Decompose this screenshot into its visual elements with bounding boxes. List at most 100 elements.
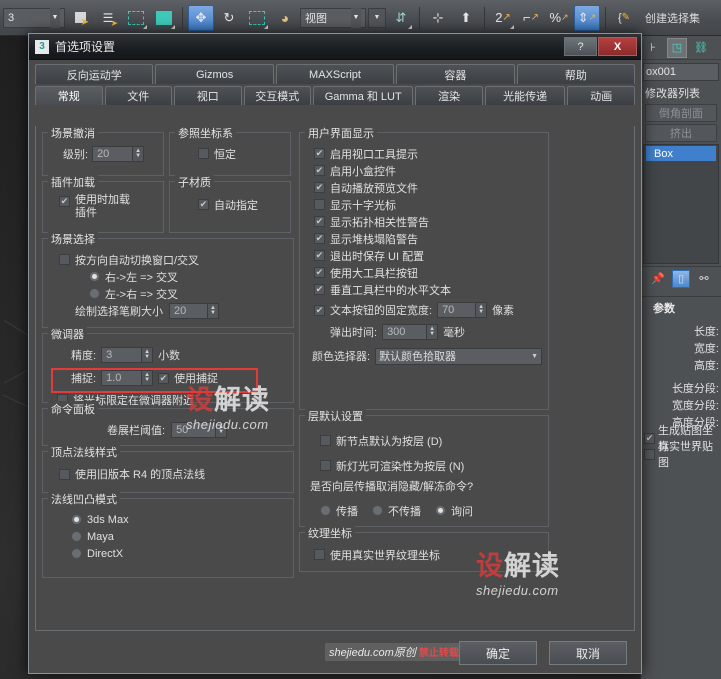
constant-checkbox[interactable]: 恒定 — [176, 145, 284, 162]
checkbox-icon[interactable] — [59, 196, 70, 207]
color-picker-dropdown[interactable]: 默认颜色拾取器 ▼ — [375, 347, 542, 365]
spinner-arrows-icon[interactable]: ▲ ▼ — [141, 371, 153, 385]
select-and-move-icon[interactable]: ✥ — [188, 4, 214, 31]
horizontal-text-vertical-toolbar-checkbox[interactable]: 垂直工具栏中的水平文本 — [306, 281, 542, 298]
normal-bump-option-directx[interactable]: DirectX — [49, 545, 287, 562]
snap-toggle-icon[interactable]: ⊹ — [425, 5, 451, 31]
stack-item-box[interactable]: Box — [646, 146, 716, 161]
display-cross-hair-cursor-checkbox[interactable]: 显示十字光标 — [306, 196, 542, 213]
spinner-arrows-icon[interactable]: ▲ ▼ — [132, 147, 144, 161]
undo-levels-spinner[interactable]: 20 ▲ ▼ — [92, 146, 145, 162]
tab-maxscript[interactable]: MAXScript — [275, 64, 395, 84]
legacy-r4-vertex-normals-checkbox[interactable]: 使用旧版本 R4 的顶点法线 — [49, 464, 287, 481]
new-nodes-by-layer-checkbox[interactable]: 新节点默认为按层 (D) — [306, 432, 542, 449]
option-right-to-left[interactable]: 右->左 => 交叉 — [49, 268, 287, 285]
option-left-to-right[interactable]: 左->右 => 交叉 — [49, 285, 287, 302]
vertex-normal-style-title: 顶点法线样式 — [48, 444, 120, 460]
spinner-snap-toggle-icon[interactable]: ⇕ ↗ — [574, 4, 600, 31]
select-object-icon[interactable]: ➤ — [67, 5, 93, 31]
fixed-width-spinner[interactable]: 70 ▲ ▼ — [437, 302, 488, 318]
use-snap-checkbox[interactable] — [158, 372, 170, 384]
fixed-width-text-buttons-checkbox[interactable] — [314, 304, 325, 316]
tab-help[interactable]: 帮助 — [516, 64, 636, 84]
checkbox-icon — [644, 432, 655, 444]
rollout-threshold-spinner[interactable]: 50 ▲ ▼ — [171, 422, 228, 438]
percent-snap-toggle-icon[interactable]: % ↗ — [546, 5, 572, 31]
cancel-button[interactable]: 取消 — [549, 641, 627, 665]
auto-window-crossing-checkbox[interactable]: 按方向自动切换窗口/交叉 — [49, 251, 287, 268]
object-name-field[interactable]: ox001 — [643, 63, 719, 81]
close-button[interactable]: X — [598, 37, 637, 56]
spinner-arrows-icon[interactable]: ▲ ▼ — [426, 325, 438, 339]
tab-rendering[interactable]: 渲染 — [415, 86, 483, 105]
paint-brush-size-spinner[interactable]: 20 ▲ ▼ — [169, 303, 219, 319]
make-unique-icon[interactable]: ⚯ — [695, 270, 713, 288]
normal-bump-option-3dsmax[interactable]: 3ds Max — [49, 511, 287, 528]
spinner-arrows-icon[interactable]: ▲ ▼ — [215, 423, 227, 437]
spinner-arrows-icon[interactable]: ▲ ▼ — [207, 304, 218, 318]
precision-value: 3 — [106, 349, 113, 361]
auto-play-preview-checkbox[interactable]: 自动播放预览文件 — [306, 179, 542, 196]
select-and-manipulate-icon[interactable]: ◕ — [272, 5, 298, 31]
new-lights-by-layer-checkbox[interactable]: 新灯光可渲染性为按层 (N) — [306, 457, 542, 474]
display-topology-warning-label: 显示拓扑相关性警告 — [330, 216, 429, 229]
save-ui-config-on-exit-checkbox[interactable]: 退出时保存 UI 配置 — [306, 247, 542, 264]
spinner-arrows-icon[interactable]: ▲ ▼ — [475, 303, 487, 317]
tab-inverse-kinematics[interactable]: 反向运动学 — [35, 64, 154, 84]
ask-option[interactable]: 询问 — [435, 502, 473, 519]
tab-gamma-lut[interactable]: Gamma 和 LUT — [313, 86, 414, 105]
use-real-world-texture-coords-checkbox[interactable]: 使用真实世界纹理坐标 — [306, 545, 542, 562]
show-end-result-icon[interactable]: ▯ — [672, 269, 690, 288]
modifier-stack[interactable]: Box — [643, 144, 719, 264]
precision-spinner[interactable]: 3 ▲ ▼ — [101, 347, 154, 363]
auto-assign-checkbox[interactable]: 自动指定 — [176, 194, 284, 212]
propagate-option[interactable]: 传播 — [320, 502, 358, 519]
pin-stack-icon[interactable]: 📌 — [649, 270, 667, 288]
select-and-rotate-icon[interactable]: ↻ — [216, 5, 242, 31]
display-stack-collapse-warning-checkbox[interactable]: 显示堆栈塌陷警告 — [306, 230, 542, 247]
help-button[interactable]: ? — [564, 37, 597, 56]
use-large-toolbar-buttons-checkbox[interactable]: 使用大工具栏按钮 — [306, 264, 542, 281]
angle-snap-toggle-icon[interactable]: ⌐ ↗ — [518, 5, 544, 31]
snap-spinner[interactable]: 1.0 ▲ ▼ — [101, 370, 154, 386]
enable-caddy-controls-checkbox[interactable]: 启用小盒控件 — [306, 162, 542, 179]
real-world-map-size-checkbox[interactable]: 真实世界贴图 — [641, 441, 721, 469]
hierarchy-tab-icon[interactable]: ⛓ — [691, 38, 711, 58]
create-selection-set-label: 创建选择集 — [645, 12, 700, 25]
tab-containers[interactable]: 容器 — [396, 64, 515, 84]
use-snap-label: 使用捕捉 — [174, 373, 219, 385]
modifier-button-extrude[interactable]: 挤出 — [645, 124, 717, 142]
tab-animation[interactable]: 动画 — [567, 86, 635, 105]
rectangular-selection-region-icon[interactable] — [123, 5, 149, 31]
enable-viewport-tooltips-checkbox[interactable]: 启用视口工具提示 — [306, 145, 542, 162]
spinners-group: 微调器 精度: 3 ▲ ▼ 小数 捕捉: 1.0 ▲ ▼ ✔ 使用捕捉 将光标限… — [42, 326, 294, 407]
coordinate-center-flyout-icon[interactable]: ▼ — [368, 7, 386, 28]
tab-gizmos[interactable]: Gizmos — [155, 64, 274, 84]
modifier-list-dropdown[interactable]: 修改器列表 — [643, 84, 719, 102]
spinner-arrows-icon[interactable]: ▲ ▼ — [141, 348, 153, 362]
modifier-button-bevel-profile[interactable]: 倒角剖面 — [645, 104, 717, 122]
reference-coordinate-system-combo[interactable]: 视图 ▼ — [300, 7, 366, 28]
display-topology-warning-checkbox[interactable]: 显示拓扑相关性警告 — [306, 213, 542, 230]
tab-interaction-mode[interactable]: 交互模式 — [243, 86, 312, 105]
toolbar-left-combo[interactable]: 3 ▼ — [3, 7, 65, 28]
do-not-propagate-option[interactable]: 不传播 — [372, 502, 421, 519]
paint-brush-size-value: 20 — [174, 305, 187, 317]
ok-button[interactable]: 确定 — [459, 641, 537, 665]
create-tab-icon[interactable]: ⊦ — [643, 38, 663, 58]
use-pivot-point-center-icon[interactable]: ⇵ — [388, 5, 414, 31]
tab-radiosity[interactable]: 光能传递 — [484, 86, 566, 105]
modify-tab-icon[interactable]: ◳ — [667, 37, 687, 58]
tab-files[interactable]: 文件 — [104, 86, 173, 105]
dialog-title-bar[interactable]: 3 首选项设置 ? X — [29, 34, 641, 60]
tab-general[interactable]: 常规 — [35, 86, 103, 105]
select-and-scale-icon[interactable] — [244, 5, 270, 31]
flyout-time-spinner[interactable]: 300 ▲ ▼ — [382, 324, 439, 340]
normal-bump-option-maya[interactable]: Maya — [49, 528, 287, 545]
select-by-name-icon[interactable]: ☰ ➤ — [95, 5, 121, 31]
window-crossing-icon[interactable] — [151, 5, 177, 31]
named-selection-lock-icon[interactable]: ⬆ — [453, 5, 479, 31]
edit-named-selection-sets-icon[interactable]: {✎ — [611, 5, 637, 31]
tab-viewports[interactable]: 视口 — [174, 86, 242, 105]
snaps-toggle-25-icon[interactable]: 2 ↗ — [490, 5, 516, 31]
